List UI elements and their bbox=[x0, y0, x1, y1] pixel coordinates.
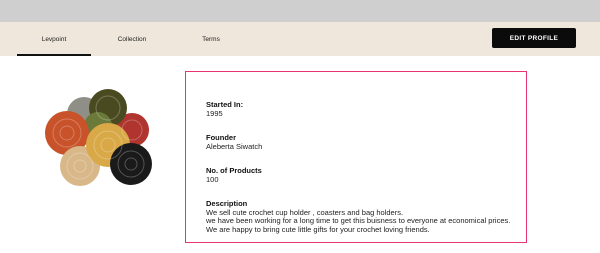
tab-label: Levpoint bbox=[41, 35, 67, 43]
profile-info-card: Started In: 1995 Founder Aleberta Siwatc… bbox=[185, 71, 527, 243]
tab-collection[interactable]: Collection bbox=[100, 22, 164, 56]
crochet-coasters-illustration bbox=[45, 89, 152, 186]
products-count-field: No. of Products 100 bbox=[206, 166, 262, 184]
crochet-coasters-image bbox=[42, 88, 154, 188]
description-line: We are happy to bring cute little gifts … bbox=[206, 224, 430, 234]
tab-terms[interactable]: Terms bbox=[180, 22, 242, 56]
tab-levpoint[interactable]: Levpoint bbox=[17, 22, 91, 56]
started-in-field: Started In: 1995 bbox=[206, 100, 243, 118]
tab-label: Terms bbox=[202, 35, 220, 43]
edit-profile-button[interactable]: EDIT PROFILE bbox=[492, 28, 576, 48]
tab-label: Collection bbox=[117, 35, 147, 43]
founder-value: Aleberta Siwatch bbox=[206, 141, 263, 151]
coaster-black bbox=[110, 143, 152, 185]
top-strip bbox=[0, 0, 600, 22]
description-field: Description We sell cute crochet cup hol… bbox=[206, 199, 510, 234]
products-count-value: 100 bbox=[206, 174, 219, 184]
started-in-value: 1995 bbox=[206, 108, 223, 118]
founder-field: Founder Aleberta Siwatch bbox=[206, 133, 263, 151]
